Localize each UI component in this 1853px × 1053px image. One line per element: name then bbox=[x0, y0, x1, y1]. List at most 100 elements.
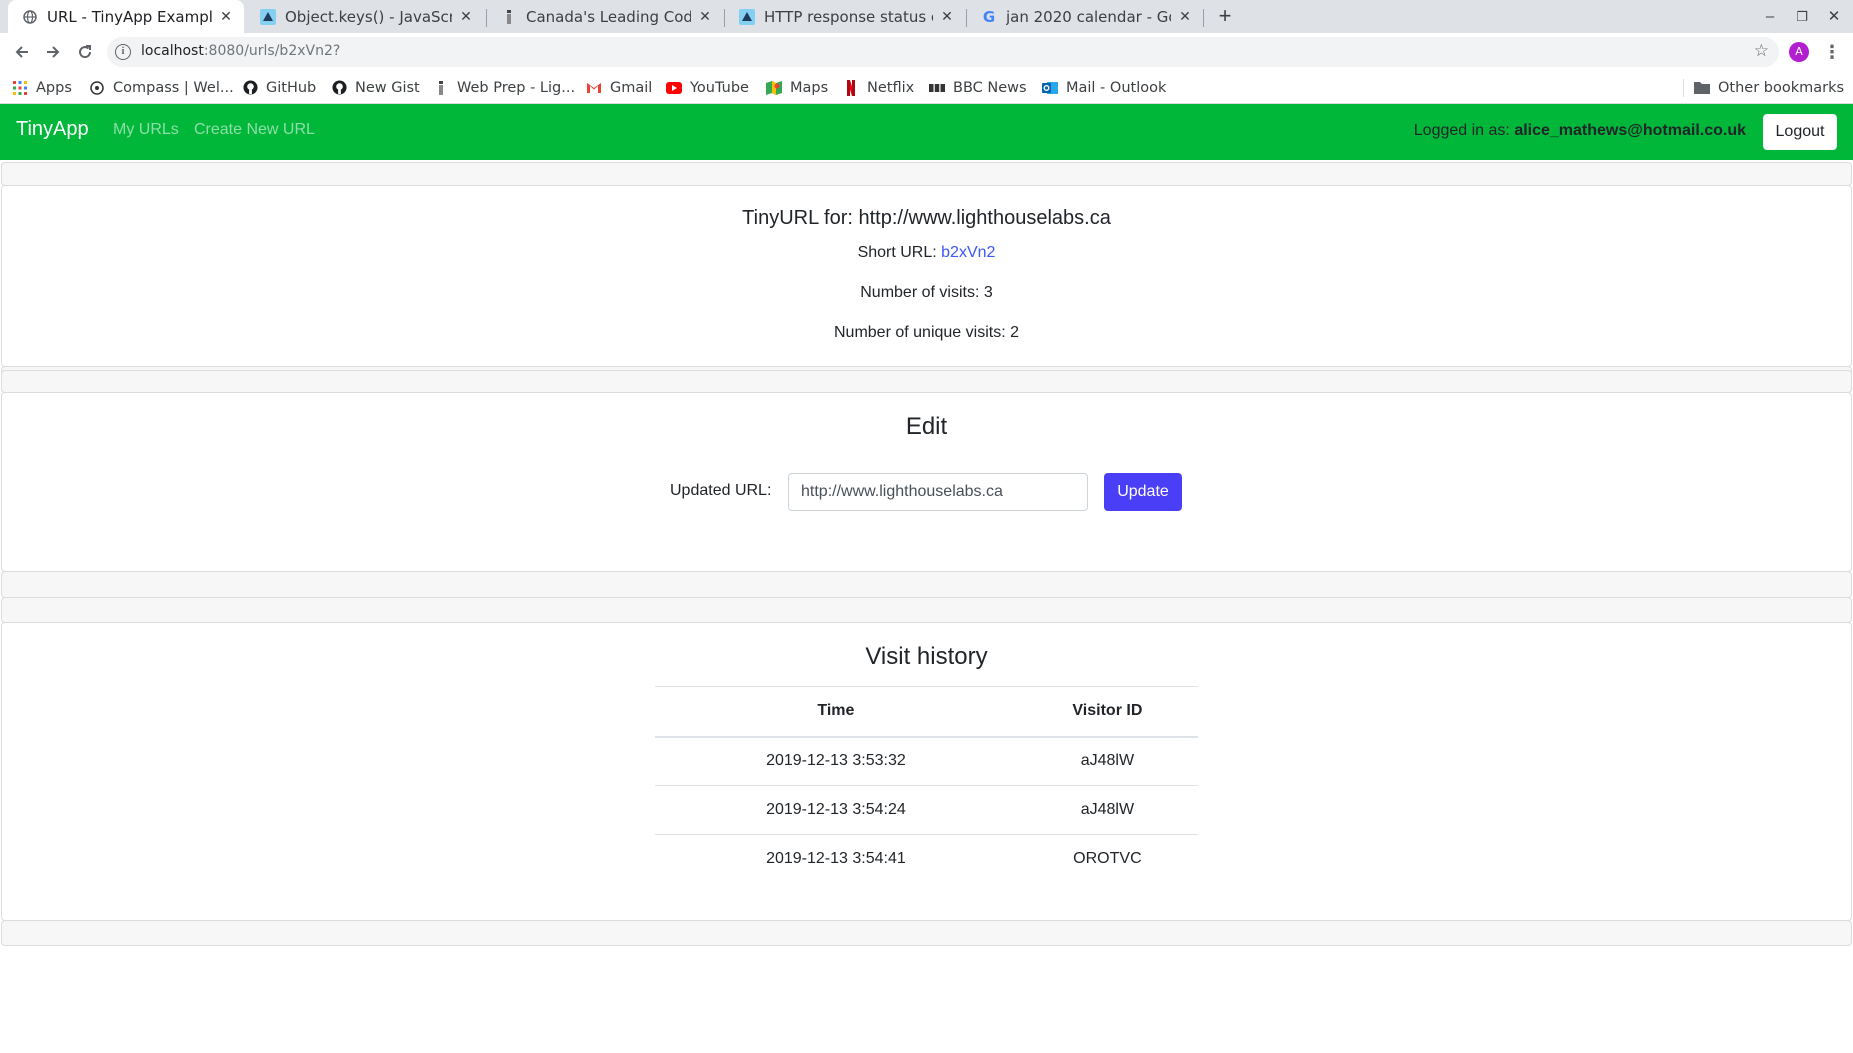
short-url-link[interactable]: b2xVn2 bbox=[941, 244, 995, 261]
bookmark-label: BBC News bbox=[953, 79, 1027, 96]
bookmarks-bar: Apps Compass | Wel... GitHub New Gist We… bbox=[0, 71, 1853, 104]
user-email: alice_mathews@hotmail.co.uk bbox=[1514, 122, 1746, 139]
bookmark-gmail[interactable]: Gmail bbox=[586, 71, 652, 104]
lighthouse-icon bbox=[501, 9, 517, 25]
mdn-icon bbox=[739, 8, 755, 25]
visit-history-title: Visit history bbox=[865, 643, 988, 670]
bookmark-web-prep[interactable]: Web Prep - Lig... bbox=[433, 71, 575, 104]
column-header-visitor-id: Visitor ID bbox=[1016, 686, 1198, 738]
visitor-id: aJ48lW bbox=[1080, 752, 1135, 770]
close-tab-icon[interactable]: ✕ bbox=[218, 9, 234, 25]
bookmark-outlook[interactable]: Mail - Outlook bbox=[1042, 71, 1166, 104]
tab-title: Canada's Leading Coding bbox=[526, 7, 691, 26]
browser-tab-strip: URL - TinyApp Example ✕ Object.keys() - … bbox=[0, 0, 1853, 33]
bookmark-netflix[interactable]: Netflix bbox=[843, 71, 914, 104]
bookmark-compass[interactable]: Compass | Wel... bbox=[89, 71, 234, 104]
address-bar[interactable]: i localhost:8080/urls/b2xVn2? ☆ bbox=[107, 37, 1779, 67]
column-header-time: Time bbox=[655, 686, 1017, 738]
bookmark-github[interactable]: GitHub bbox=[242, 71, 316, 104]
other-bookmarks-folder[interactable]: Other bookmarks bbox=[1694, 71, 1844, 104]
reload-icon[interactable] bbox=[71, 38, 99, 66]
logged-in-text: Logged in as: alice_mathews@hotmail.co.u… bbox=[1413, 122, 1746, 139]
bookmark-bbc-news[interactable]: BBC News bbox=[929, 71, 1027, 104]
close-tab-icon[interactable]: ✕ bbox=[458, 9, 474, 25]
bookmark-maps[interactable]: Maps bbox=[766, 71, 828, 104]
update-button[interactable]: Update bbox=[1104, 473, 1182, 511]
tab-title: jan 2020 calendar - Googl bbox=[1006, 7, 1171, 26]
table-row: 2019-12-13 3:54:41 OROTVC bbox=[655, 834, 1198, 884]
bookmark-label: Gmail bbox=[610, 79, 653, 96]
bookmark-separator bbox=[1683, 79, 1684, 97]
tab-http-status[interactable]: HTTP response status coc ✕ bbox=[725, 0, 965, 33]
page-title: TinyURL for: http://www.lighthouselabs.c… bbox=[742, 207, 1111, 229]
folder-icon bbox=[1694, 80, 1710, 96]
tab-tinyapp[interactable]: URL - TinyApp Example ✕ bbox=[8, 0, 244, 33]
github-icon bbox=[331, 80, 347, 96]
new-tab-button[interactable]: + bbox=[1215, 0, 1235, 33]
netflix-icon bbox=[843, 79, 859, 96]
app-navbar: TinyApp My URLs Create New URL Logged in… bbox=[0, 104, 1853, 160]
outlook-icon bbox=[1042, 80, 1058, 96]
tab-calendar[interactable]: G jan 2020 calendar - Googl ✕ bbox=[967, 0, 1203, 33]
bookmark-apps[interactable]: Apps bbox=[12, 71, 72, 104]
close-tab-icon[interactable]: ✕ bbox=[697, 9, 713, 25]
compass-icon bbox=[89, 80, 105, 96]
card-header-bar bbox=[1, 162, 1852, 186]
card-header-bar bbox=[1, 597, 1852, 623]
nav-create-new-url[interactable]: Create New URL bbox=[194, 121, 315, 139]
bookmark-label: GitHub bbox=[266, 79, 317, 96]
lighthouse-icon bbox=[433, 80, 449, 96]
bookmark-label: Netflix bbox=[867, 79, 915, 96]
visitor-id: aJ48lW bbox=[1016, 785, 1198, 835]
browser-menu-icon[interactable]: ⋮ bbox=[1822, 39, 1842, 65]
brand-link[interactable]: TinyApp bbox=[16, 118, 89, 141]
back-arrow-icon[interactable] bbox=[8, 38, 36, 66]
edit-title: Edit bbox=[905, 413, 948, 440]
table-header-row: Time Visitor ID bbox=[655, 686, 1198, 738]
short-url-line: Short URL: b2xVn2 bbox=[857, 244, 996, 261]
nav-my-urls[interactable]: My URLs bbox=[113, 121, 179, 139]
mdn-icon bbox=[260, 8, 276, 25]
bookmark-star-icon[interactable]: ☆ bbox=[1754, 41, 1769, 61]
bookmark-new-gist[interactable]: New Gist bbox=[331, 71, 420, 104]
tab-lighthouse[interactable]: Canada's Leading Coding ✕ bbox=[487, 0, 723, 33]
visit-time: 2019-12-13 3:53:32 bbox=[766, 752, 906, 770]
card-footer-bar bbox=[1, 920, 1852, 946]
address-url[interactable]: localhost:8080/urls/b2xVn2? bbox=[141, 43, 340, 59]
bookmark-label: YouTube bbox=[690, 79, 749, 96]
bookmark-label: Other bookmarks bbox=[1718, 79, 1845, 96]
forward-arrow-icon[interactable] bbox=[39, 38, 67, 66]
site-info-icon[interactable]: i bbox=[115, 44, 131, 60]
updated-url-input[interactable] bbox=[788, 473, 1088, 511]
restore-icon[interactable]: ❐ bbox=[1787, 0, 1817, 33]
unique-visits-count: Number of unique visits: 2 bbox=[834, 324, 1019, 341]
avatar[interactable]: A bbox=[1789, 42, 1809, 62]
table-row: 2019-12-13 3:53:32 aJ48lW bbox=[655, 737, 1198, 786]
bookmark-label: Compass | Wel... bbox=[113, 79, 234, 96]
visit-time: 2019-12-13 3:54:24 bbox=[655, 785, 1017, 835]
globe-icon bbox=[22, 9, 38, 25]
minimize-icon[interactable]: – bbox=[1755, 0, 1785, 33]
close-tab-icon[interactable]: ✕ bbox=[1177, 9, 1193, 25]
close-tab-icon[interactable]: ✕ bbox=[939, 9, 955, 25]
bookmark-youtube[interactable]: YouTube bbox=[666, 71, 749, 104]
logout-button[interactable]: Logout bbox=[1763, 114, 1837, 150]
visit-time: 2019-12-13 3:54:41 bbox=[655, 834, 1017, 884]
visitor-id: OROTVC bbox=[1016, 834, 1198, 884]
bookmark-label: New Gist bbox=[355, 79, 420, 96]
maps-icon bbox=[766, 80, 782, 96]
youtube-icon bbox=[666, 80, 682, 96]
close-window-icon[interactable]: ✕ bbox=[1819, 0, 1849, 33]
google-icon: G bbox=[982, 7, 996, 26]
visits-count: Number of visits: 3 bbox=[860, 284, 993, 301]
bookmark-label: Apps bbox=[36, 79, 72, 96]
bookmark-label: Mail - Outlook bbox=[1066, 79, 1167, 96]
tab-object-keys[interactable]: Object.keys() - JavaScript ✕ bbox=[246, 0, 484, 33]
bookmark-label: Maps bbox=[790, 79, 829, 96]
tab-title: HTTP response status coc bbox=[764, 7, 933, 26]
browser-toolbar: i localhost:8080/urls/b2xVn2? ☆ A ⋮ bbox=[0, 33, 1853, 71]
card-header-bar bbox=[1, 370, 1852, 393]
updated-url-label: Updated URL: bbox=[670, 482, 772, 499]
visit-history-table: Time Visitor ID 2019-12-13 3:53:32 aJ48l… bbox=[655, 686, 1198, 884]
tab-title: URL - TinyApp Example bbox=[47, 7, 212, 26]
